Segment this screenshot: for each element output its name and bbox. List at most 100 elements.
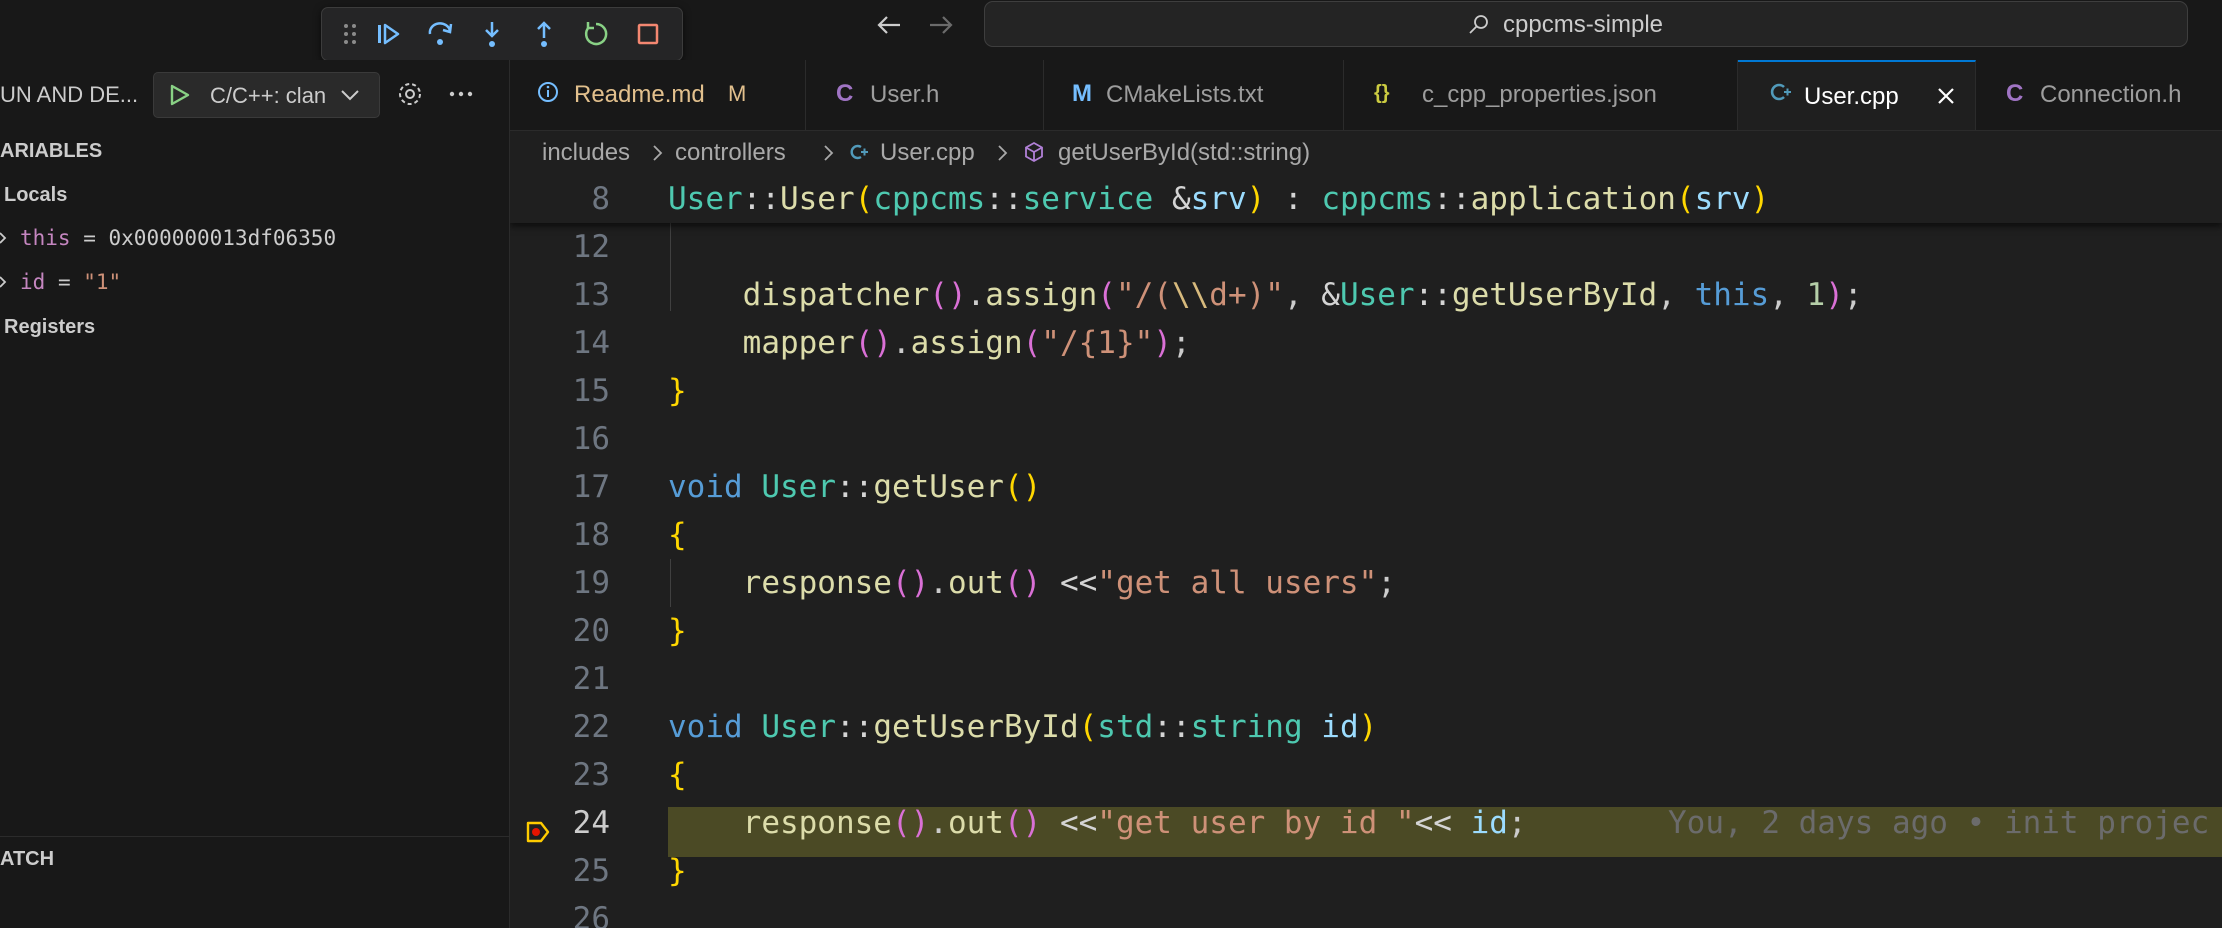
tab-label: User.h [870, 81, 940, 108]
chevron-right-icon [824, 145, 834, 161]
line-number: 18 [572, 517, 610, 553]
variable-row[interactable]: this = 0x000000013df06350 [0, 226, 336, 250]
tab-label: Readme.md [574, 81, 705, 108]
info-icon [536, 80, 560, 111]
tab-label: c_cpp_properties.json [1422, 81, 1657, 108]
launch-config-label: C/C++: clan [210, 83, 327, 108]
debug-toolbar [321, 7, 683, 61]
line-number: 19 [572, 565, 610, 601]
code-line-row: 25 } [510, 847, 2222, 895]
command-center-search[interactable]: cppcms-simple [984, 1, 2188, 47]
code-line: mapper().assign("/{1}"); [742, 325, 1191, 361]
code-line-row: 23 { [510, 751, 2222, 799]
step-into-icon[interactable] [476, 18, 508, 50]
tab-readme[interactable]: Readme.md M [510, 60, 806, 130]
stop-icon[interactable] [632, 18, 664, 50]
code-line-row: 13 dispatcher().assign("/(\\d+)", &User:… [510, 271, 2222, 319]
variable-value: 0x000000013df06350 [108, 226, 337, 250]
tab-user-cpp[interactable]: User.cpp [1738, 60, 1976, 130]
code-line-row: 17 void User::getUser() [510, 463, 2222, 511]
line-number: 20 [572, 613, 610, 649]
code-line-row: 15 } [510, 367, 2222, 415]
variable-equals: = [45, 270, 84, 294]
registers-scope[interactable]: Registers [4, 316, 95, 339]
tab-label: Connection.h [2040, 81, 2182, 108]
title-bar: cppcms-simple [0, 0, 2222, 61]
line-number: 23 [572, 757, 610, 793]
line-number: 8 [591, 181, 610, 217]
variable-equals: = [70, 226, 109, 250]
breadcrumb-item[interactable]: getUserById(std::string) [1058, 139, 1310, 167]
code-line: } [668, 853, 687, 889]
tab-cmakelists[interactable]: M CMakeLists.txt [1044, 60, 1344, 130]
cpp-icon [850, 144, 868, 160]
code-line-row: 21 [510, 655, 2222, 703]
search-icon [1467, 12, 1491, 36]
close-icon[interactable] [1934, 84, 1958, 108]
drag-handle-icon[interactable] [334, 18, 366, 50]
variable-value: "1" [83, 270, 122, 294]
code-line-row: 14 mapper().assign("/{1}"); [510, 319, 2222, 367]
restart-icon[interactable] [580, 18, 612, 50]
continue-icon[interactable] [372, 18, 404, 50]
start-debugging-play-icon[interactable] [166, 82, 192, 108]
method-cube-icon [1025, 141, 1043, 163]
sidebar-title: UN AND DE... [0, 82, 139, 107]
code-editor[interactable]: 8 User::User(cppcms::service &srv) : cpp… [510, 175, 2222, 928]
paused-breakpoint-arrow-icon[interactable] [524, 818, 552, 846]
back-arrow-icon[interactable] [872, 10, 906, 40]
line-number: 17 [572, 469, 610, 505]
code-line: } [668, 373, 687, 409]
code-line: { [668, 517, 687, 553]
launch-config-dropdown[interactable]: C/C++: clan [153, 72, 380, 118]
cpp-icon [1768, 80, 1792, 111]
line-number: 12 [572, 229, 610, 265]
code-line-row: 19 response().out() <<"get all users"; [510, 559, 2222, 607]
forward-arrow-icon[interactable] [924, 10, 958, 40]
modified-badge: M [728, 81, 747, 106]
code-line: { [668, 757, 687, 793]
code-line: void User::getUser() [668, 469, 1042, 505]
code-line: } [668, 613, 687, 649]
m-letter-icon: M [1072, 80, 1092, 107]
code-line: User::User(cppcms::service &srv) : cppcm… [668, 181, 1770, 217]
code-line-row: 22 void User::getUserById(std::string id… [510, 703, 2222, 751]
code-line: response().out() <<"get user by id "<< i… [742, 805, 1527, 841]
git-blame-annotation: You, 2 days ago • init projec [1668, 805, 2210, 841]
chevron-right-icon [653, 145, 663, 161]
c-letter-icon: C [2006, 80, 2024, 107]
breadcrumb: includes controllers User.cpp getUserByI… [510, 131, 2222, 175]
code-line: void User::getUserById(std::string id) [668, 709, 1378, 745]
tab-connection-h[interactable]: C Connection.h [1976, 60, 2222, 130]
code-line-row: 18 { [510, 511, 2222, 559]
workspace-name: cppcms-simple [1503, 11, 1664, 38]
breadcrumb-item[interactable]: User.cpp [880, 139, 975, 167]
code-line: dispatcher().assign("/(\\d+)", &User::ge… [742, 277, 1863, 313]
more-actions-icon[interactable] [446, 84, 476, 104]
step-out-icon[interactable] [528, 18, 560, 50]
breadcrumb-item[interactable]: includes [542, 139, 630, 167]
line-number: 16 [572, 421, 610, 457]
variable-row[interactable]: id = "1" [0, 270, 121, 294]
chevron-right-icon [998, 145, 1008, 161]
variables-section-header[interactable]: ARIABLES [0, 140, 102, 163]
tab-user-h[interactable]: C User.h [806, 60, 1044, 130]
locals-scope[interactable]: Locals [4, 184, 67, 207]
line-number: 15 [572, 373, 610, 409]
variable-name: this [20, 226, 71, 250]
code-line-row: 16 [510, 415, 2222, 463]
line-number: 21 [572, 661, 610, 697]
watch-section-header[interactable]: ATCH [0, 848, 54, 871]
tab-c-cpp-properties[interactable]: {} c_cpp_properties.json [1344, 60, 1738, 130]
chevron-down-icon [338, 83, 362, 107]
tab-label: CMakeLists.txt [1106, 81, 1264, 108]
breadcrumb-item[interactable]: controllers [675, 139, 786, 167]
step-over-icon[interactable] [424, 18, 456, 50]
gear-icon[interactable] [394, 78, 426, 110]
sticky-scroll-header[interactable]: 8 User::User(cppcms::service &srv) : cpp… [510, 175, 2222, 223]
code-line-row: 26 [510, 895, 2222, 928]
code-line: response().out() <<"get all users"; [742, 565, 1396, 601]
braces-icon: {} [1374, 82, 1390, 104]
code-line-row: 24 response().out() <<"get user by id "<… [510, 799, 2222, 847]
run-and-debug-sidebar: UN AND DE... C/C++: clan ARIABLES Locals… [0, 60, 510, 928]
